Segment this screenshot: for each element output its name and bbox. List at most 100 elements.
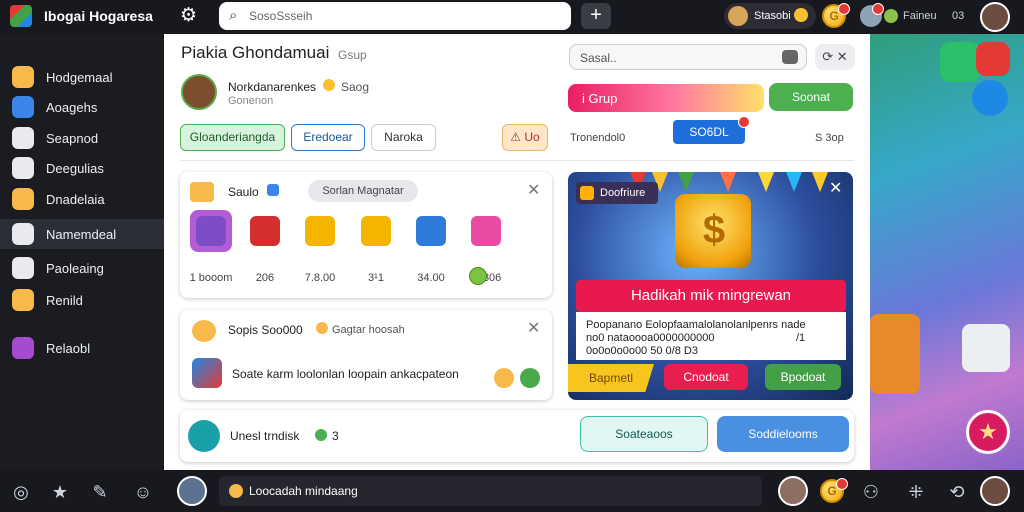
profile-avatar[interactable] [980,2,1010,32]
apps-grid-icon[interactable]: ⁜ [905,481,927,503]
chat-icon [12,157,34,179]
tab-pill-2[interactable]: Eredoear [291,124,365,151]
warning-button[interactable]: ⚠ Uo [502,124,548,151]
reward-card-description: Soate karm loolonlan loopain ankacpateon [232,367,459,381]
sidebar-item-5[interactable]: Namemdeal [0,219,164,249]
sidebar-item-label: Hodgemaal [46,70,113,85]
sidebar-item-1[interactable]: Aoagehs [0,92,164,122]
trend-title: Unesl trndisk [230,429,300,443]
panel-search-input[interactable]: Sasal.. [569,44,807,70]
gift-item[interactable] [190,210,232,252]
gift-item[interactable] [355,210,397,252]
gift-item[interactable] [465,210,507,252]
gamepad-gift-icon [196,216,226,246]
green-coin-icon[interactable] [520,368,540,388]
app-tile-icon [940,42,980,82]
profile-avatar[interactable] [980,476,1010,506]
group-label: Gsup [338,48,367,62]
search-input[interactable]: ⌕ SosoSsseih [219,2,571,30]
gift-item[interactable] [299,210,341,252]
soddielooms-button[interactable]: Soddielooms [717,416,849,452]
divider [180,160,854,161]
bapmetl-button[interactable]: Bapmetl [568,364,654,392]
grup-label: i Grup [582,91,618,106]
sidebar-item-6[interactable]: Paoleaing [0,253,164,283]
gear-icon[interactable]: ⚙ [180,5,197,27]
background-art: ★ [870,34,1024,470]
promo-line-1: Poopanano Eolopfaamalolanolanlpenrs nade [586,319,806,331]
promo-badge-label: Doofriure [600,187,646,199]
sidebar-item-label: Namemdeal [46,227,117,242]
right-status: S 3op [815,132,844,144]
emoji-icon[interactable]: ☺ [132,481,154,503]
coin-icon[interactable] [494,368,514,388]
grup-bar[interactable]: i Grup [568,84,764,112]
tab-pill-3[interactable]: Naroka [371,124,436,151]
gift-price: 206 [255,272,275,284]
friend-badge [872,3,884,15]
star-badge-icon: ★ [966,410,1010,454]
gift-card: Saulo Sorlan Magnatar ✕ 1 booom 206 7.8.00… [180,172,552,298]
panel-actions[interactable]: ⟳ ✕ [815,44,855,70]
sidebar-item-label: Aoagehs [46,100,98,115]
brush-icon[interactable]: ✎ [89,481,111,503]
profile-avatar-large[interactable] [181,74,217,110]
sidebar-item-8[interactable]: Relaobl [0,333,164,363]
close-icon[interactable]: ✕ [527,318,540,338]
info-badge-icon [267,184,279,196]
sidebar: Hodgemaal Aoagehs Seapnod Deegulias Dnadelai… [0,34,164,470]
gift-price: 3¹1 [368,272,384,284]
page-title: Piakia Ghondamuai [181,43,330,62]
blue-button-label: SO6DL [689,125,729,139]
refresh-icon[interactable]: ◎ [10,481,32,503]
bpodoat-button[interactable]: Bpodoat [765,364,841,390]
profile-name: Norkdanarenkes [228,80,317,94]
gift-item[interactable] [410,210,452,252]
sidebar-item-label: Seapnod [46,131,99,146]
gift-card-title: Saulo [228,185,259,199]
gift-text: Faineu [903,10,937,22]
gift-card-pill[interactable]: Sorlan Magnatar [308,180,418,202]
coin-icon [229,484,243,498]
sidebar-item-0[interactable]: Hodgemaal [0,62,164,92]
user-avatar [728,6,748,26]
gift-item[interactable] [244,210,286,252]
blue-button[interactable]: SO6DL [673,116,750,144]
tab-pill-1[interactable]: Gloanderiangda [180,124,285,151]
close-icon[interactable]: ✕ [527,180,540,200]
trend-number: 3 [332,429,339,443]
soateaoos-button[interactable]: Soateaoos [580,416,708,452]
sidebar-item-7[interactable]: Renild [0,285,164,315]
friend-avatar[interactable] [177,476,207,506]
coin-stack-icon [12,188,34,210]
status-dot-icon [315,429,327,441]
promo-line-2: no0 nataoooa0000000000 [586,332,715,344]
sidebar-item-4[interactable]: Dnadelaia [0,184,164,214]
sidebar-item-label: Paoleaing [46,261,104,276]
chat-input[interactable]: Loocadah mindaang [219,476,762,506]
sidebar-item-label: Renild [46,293,83,308]
gift-price: 34.00 [417,272,445,284]
soonat-button[interactable]: Soonat [769,83,853,111]
chest-art-icon [870,314,920,394]
add-button[interactable]: + [581,3,611,29]
cnodoat-button[interactable]: Cnodoat [664,364,748,390]
coin-icon [192,320,216,342]
close-icon[interactable]: ✕ [829,178,842,198]
game-controller-icon[interactable]: ⚇ [860,481,882,503]
sidebar-item-2[interactable]: Seapnod [0,123,164,153]
share-icon[interactable]: ⟲ [946,481,968,503]
chat-text: Loocadah mindaang [249,484,358,498]
friend-avatar[interactable] [778,476,808,506]
game-icon[interactable] [192,358,222,388]
emoji-icon [794,8,808,22]
warning-label: Uo [524,130,540,144]
app-tile-icon [962,324,1010,372]
gamepad-icon [12,66,34,88]
star-icon [316,322,328,334]
profile-subtitle: Gonenon [228,95,274,107]
sidebar-item-3[interactable]: Deegulias [0,153,164,183]
logo-icon[interactable] [10,5,32,27]
star-icon[interactable]: ★ [49,481,71,503]
user-chip[interactable]: Stasobi [724,3,816,29]
